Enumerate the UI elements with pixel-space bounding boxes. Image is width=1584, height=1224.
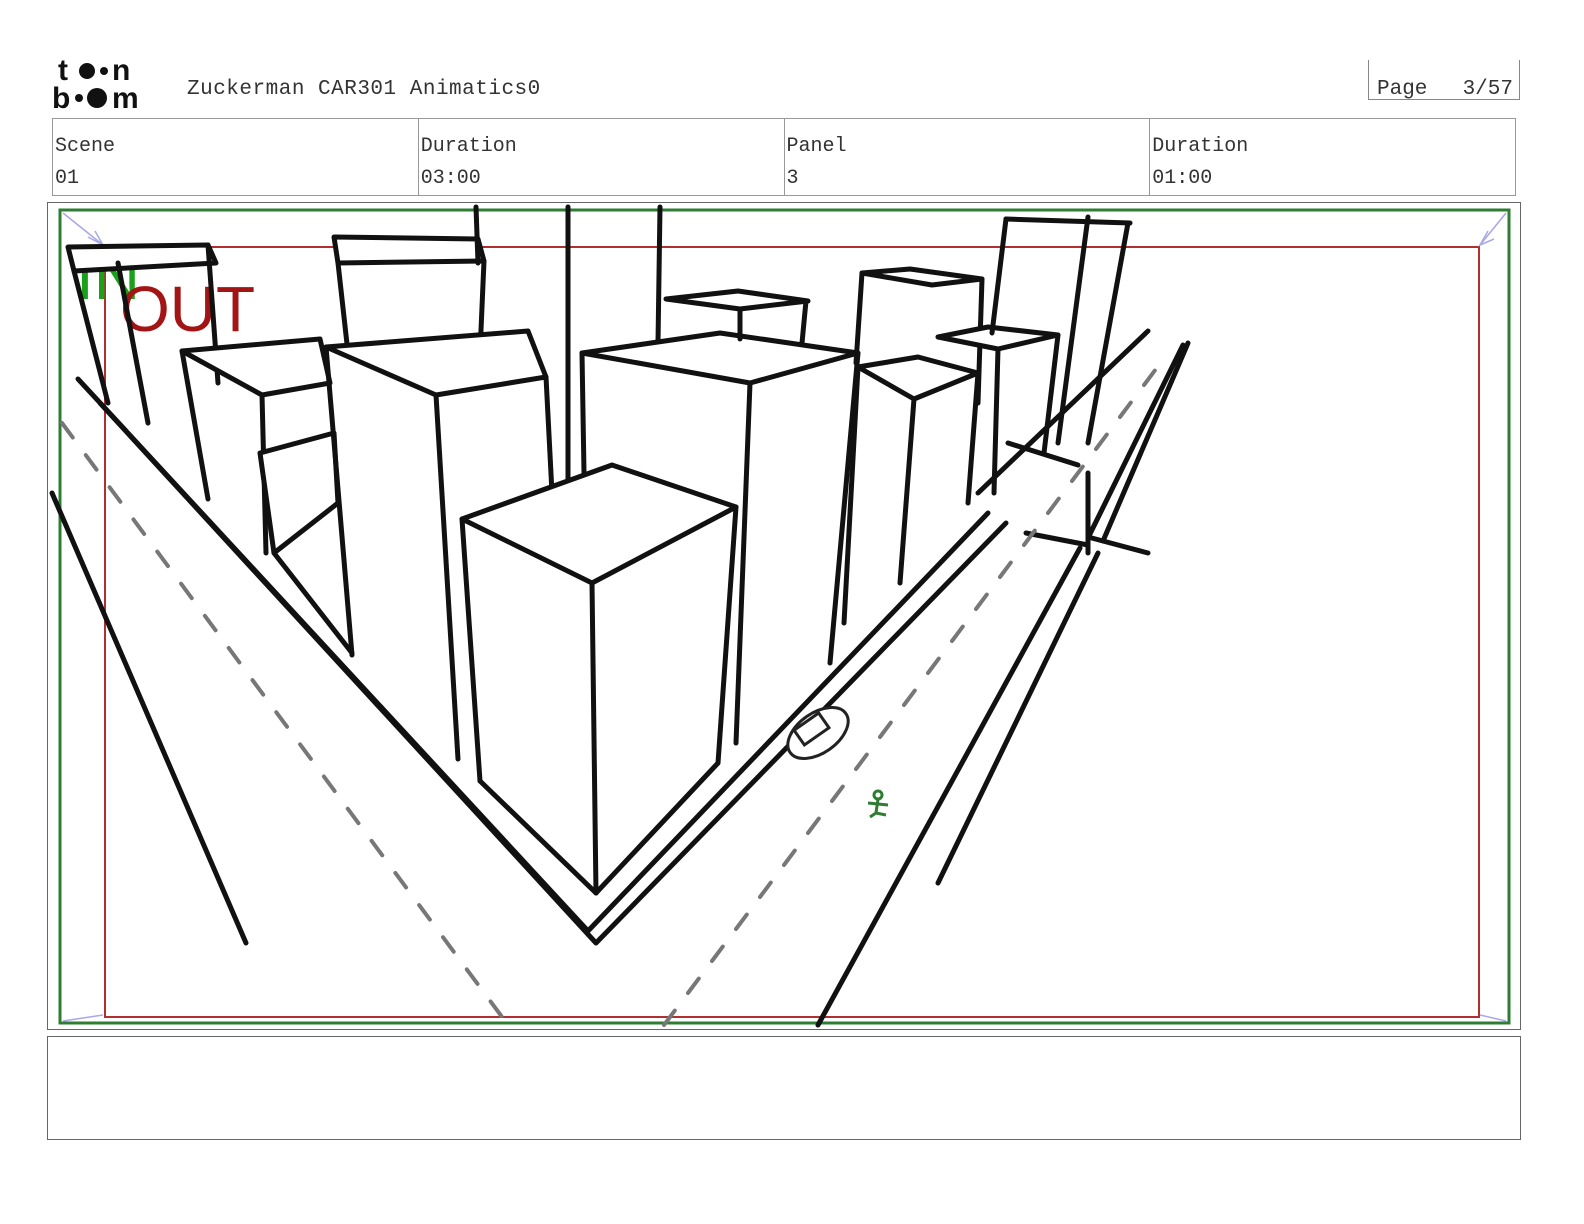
panel-label: Panel <box>786 135 847 158</box>
scene-label: Scene <box>55 135 116 158</box>
panel-cell: Panel 3 <box>785 119 1151 195</box>
svg-text:b: b <box>52 82 70 112</box>
character-figure <box>867 789 889 819</box>
scene-duration-label: Duration <box>420 135 517 158</box>
panel-duration-label: Duration <box>1152 135 1249 158</box>
scene-value: 01 <box>55 167 80 190</box>
page-indicator: Page 3/57 <box>1368 60 1520 101</box>
toon-boom-logo: t n b m <box>52 54 139 112</box>
safe-frame <box>58 208 1511 1025</box>
page-label: Page <box>1377 78 1428 101</box>
car-sketch <box>786 706 850 760</box>
document-title: Zuckerman CAR301 Animatics0 <box>187 78 541 101</box>
scene-duration-cell: Duration 03:00 <box>419 119 785 195</box>
frame-corner-arrows <box>62 212 1507 1022</box>
out-label: OUT <box>120 273 255 345</box>
panel-drawing: IN OUT <box>49 204 1511 1028</box>
scene-cell: Scene 01 <box>53 119 419 195</box>
svg-text:m: m <box>112 82 139 112</box>
page-number: 3/57 <box>1462 78 1513 101</box>
panel-info-table: Scene 01 Duration 03:00 Panel 3 Duration… <box>52 118 1516 196</box>
storyboard-panel: IN OUT <box>47 202 1521 1030</box>
panel-value: 3 <box>786 167 799 190</box>
panel-duration-value: 01:00 <box>1152 167 1213 190</box>
scene-duration-value: 03:00 <box>420 167 481 190</box>
panel-duration-cell: Duration 01:00 <box>1150 119 1515 195</box>
panel-notes-box <box>47 1036 1521 1140</box>
